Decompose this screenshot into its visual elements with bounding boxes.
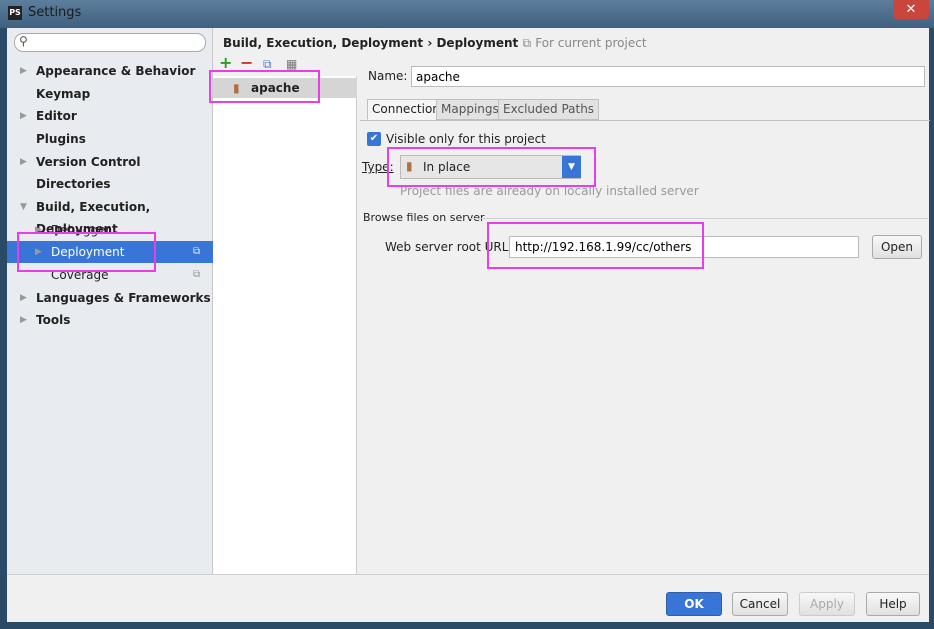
breadcrumb-separator: › xyxy=(427,36,433,50)
visible-only-label: Visible only for this project xyxy=(386,132,546,146)
sidebar-item-label: Appearance & Behavior xyxy=(36,64,196,78)
sidebar-item-label: Directories xyxy=(36,177,111,191)
server-list xyxy=(213,56,357,574)
project-scope-icon: ⧉ xyxy=(193,269,201,280)
tab-divider xyxy=(360,120,930,121)
section-divider xyxy=(470,218,928,219)
apply-button[interactable]: Apply xyxy=(799,592,855,616)
sidebar-item-editor[interactable]: ▶ Editor xyxy=(7,105,213,127)
open-button[interactable]: Open xyxy=(872,235,922,259)
breadcrumb-parent[interactable]: Build, Execution, Deployment xyxy=(223,36,423,50)
sidebar-item-label: Languages & Frameworks xyxy=(36,291,211,305)
close-button[interactable]: ✕ xyxy=(893,0,929,19)
scope-label: For current project xyxy=(535,36,647,50)
visible-only-checkbox[interactable]: ✔ xyxy=(367,132,381,146)
cancel-button[interactable]: Cancel xyxy=(732,592,788,616)
sidebar-item-label: Tools xyxy=(36,313,71,327)
chevron-right-icon[interactable]: ▶ xyxy=(20,151,27,173)
sidebar-item-label: Version Control xyxy=(36,155,141,169)
annotation-box xyxy=(487,222,704,269)
copy-icon: ⧉ xyxy=(522,36,532,50)
tab-connection[interactable]: Connection xyxy=(367,99,445,120)
annotation-box xyxy=(387,147,596,187)
tab-mappings[interactable]: Mappings xyxy=(436,99,504,120)
sidebar-item-directories[interactable]: Directories xyxy=(7,173,213,195)
search-input[interactable]: ⚲ xyxy=(14,33,206,52)
sidebar-item-languages-frameworks[interactable]: ▶ Languages & Frameworks xyxy=(7,287,213,309)
sidebar-item-appearance-behavior[interactable]: ▶ Appearance & Behavior xyxy=(7,60,213,82)
sidebar-item-label: Editor xyxy=(36,109,77,123)
sidebar-item-label: Plugins xyxy=(36,132,86,146)
help-button[interactable]: Help xyxy=(866,592,920,616)
browse-section-title: Browse files on server xyxy=(363,211,485,224)
ok-button[interactable]: OK xyxy=(666,592,722,616)
chevron-right-icon[interactable]: ▶ xyxy=(20,287,27,309)
chevron-right-icon[interactable]: ▶ xyxy=(20,60,27,82)
sidebar-item-tools[interactable]: ▶ Tools xyxy=(7,309,213,331)
title-bar: PS Settings ✕ xyxy=(0,0,934,28)
sidebar-item-label: Keymap xyxy=(36,87,91,101)
footer-divider xyxy=(7,574,929,575)
settings-sidebar: ⚲ ▶ Appearance & Behavior Keymap ▶ Editor Plu… xyxy=(7,28,213,574)
sidebar-item-version-control[interactable]: ▶ Version Control xyxy=(7,151,213,173)
name-input[interactable] xyxy=(411,66,925,87)
name-label: Name: xyxy=(368,69,408,83)
server-settings-icon[interactable]: ▦ xyxy=(286,57,297,71)
sidebar-item-keymap[interactable]: Keymap xyxy=(7,83,213,105)
annotation-box xyxy=(17,232,156,272)
search-icon: ⚲ xyxy=(19,34,28,48)
breadcrumb: Build, Execution, Deployment › Deploymen… xyxy=(223,36,647,51)
chevron-right-icon[interactable]: ▶ xyxy=(20,105,27,127)
sidebar-item-plugins[interactable]: Plugins xyxy=(7,128,213,150)
window-title: Settings xyxy=(28,5,82,20)
project-scope-icon: ⧉ xyxy=(193,246,201,257)
sidebar-item-build-execution-deployment[interactable]: ▼ Build, Execution, Deployment xyxy=(7,196,213,236)
annotation-box xyxy=(209,70,320,103)
tab-excluded-paths[interactable]: Excluded Paths xyxy=(498,99,600,120)
breadcrumb-current: Deployment xyxy=(436,36,519,50)
app-logo: PS xyxy=(8,6,22,20)
chevron-down-icon[interactable]: ▼ xyxy=(20,196,27,218)
chevron-right-icon[interactable]: ▶ xyxy=(20,309,27,331)
